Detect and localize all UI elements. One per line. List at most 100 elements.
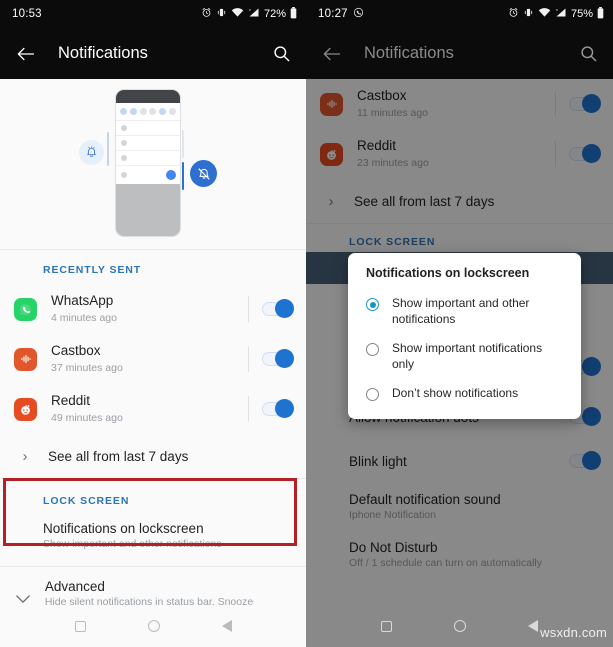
lockscreen-pref-row[interactable]: Notifications on lockscreen Show importa… bbox=[0, 512, 306, 560]
signal-icon: x bbox=[555, 7, 567, 21]
row-divider bbox=[555, 141, 556, 167]
dialog-option-show-important-and-other[interactable]: Show important and other notifications bbox=[348, 289, 581, 334]
left-status-right: x 72% bbox=[201, 6, 297, 22]
left-status-bar: 10:53 x 72% bbox=[0, 0, 306, 28]
signal-icon: x bbox=[248, 7, 260, 21]
app-row-castbox[interactable]: Castbox 11 minutes ago bbox=[306, 79, 613, 129]
pref-subtitle: Off / 1 schedule can turn on automatical… bbox=[349, 557, 542, 569]
phone-notification-row bbox=[116, 120, 180, 135]
pref-title: Default notification sound bbox=[349, 492, 501, 507]
illustration-tick-right-bottom bbox=[182, 162, 185, 190]
alarm-icon bbox=[508, 7, 519, 21]
recents-button[interactable] bbox=[74, 620, 86, 632]
right-status-bar: 10:27 x 75% bbox=[306, 0, 613, 28]
castbox-icon bbox=[14, 347, 37, 371]
app-name: Reddit bbox=[51, 393, 91, 409]
pref-text: Blink light bbox=[349, 454, 569, 469]
pref-title: Blink light bbox=[349, 453, 407, 469]
dialog-option-label: Don’t show notifications bbox=[392, 386, 519, 401]
pref-row-do-not-disturb[interactable]: Do Not Disturb Off / 1 schedule can turn… bbox=[306, 531, 613, 579]
left-navigation-bar bbox=[0, 605, 306, 647]
phone-quick-toggles bbox=[116, 103, 180, 120]
svg-text:x: x bbox=[249, 8, 251, 12]
castbox-icon bbox=[320, 92, 343, 116]
see-all-row[interactable]: › See all from last 7 days bbox=[0, 434, 306, 478]
app-toggle-castbox[interactable] bbox=[569, 94, 601, 113]
search-icon[interactable] bbox=[270, 43, 292, 65]
illustration-tick-right-top bbox=[182, 130, 185, 158]
app-time: 23 minutes ago bbox=[357, 157, 429, 170]
right-phone-screen: 10:27 x 75% Notifications Castbox 11 min… bbox=[306, 0, 613, 647]
back-button[interactable] bbox=[528, 620, 538, 632]
app-time: 49 minutes ago bbox=[51, 412, 123, 425]
app-row-text: Castbox 37 minutes ago bbox=[51, 342, 248, 376]
pref-row-blink-light[interactable]: Blink light bbox=[306, 439, 613, 483]
dialog-option-dont-show[interactable]: Don’t show notifications bbox=[348, 379, 581, 409]
see-all-row[interactable]: › See all from last 7 days bbox=[306, 179, 613, 223]
lock-screen-header: LOCK SCREEN bbox=[349, 236, 436, 248]
wifi-icon bbox=[538, 7, 551, 21]
reddit-icon bbox=[14, 397, 37, 421]
row-divider bbox=[555, 91, 556, 117]
dialog-option-show-important-only[interactable]: Show important notifications only bbox=[348, 334, 581, 379]
home-button[interactable] bbox=[454, 620, 466, 632]
advanced-title: Advanced bbox=[44, 579, 105, 594]
app-toggle-reddit[interactable] bbox=[262, 399, 294, 418]
bell-icon bbox=[79, 140, 104, 165]
back-arrow-icon[interactable] bbox=[320, 43, 342, 65]
pref-subtitle: Iphone Notification bbox=[349, 509, 436, 521]
vibrate-icon bbox=[523, 7, 534, 21]
phone-notification-row bbox=[116, 150, 180, 165]
dialog-option-label: Show important and other notifications bbox=[392, 296, 530, 326]
app-row-text: WhatsApp 4 minutes ago bbox=[51, 292, 248, 326]
app-toggle-reddit[interactable] bbox=[569, 144, 601, 163]
right-status-left: 10:27 bbox=[318, 7, 364, 21]
back-arrow-icon[interactable] bbox=[14, 43, 36, 65]
dialog-title: Notifications on lockscreen bbox=[366, 266, 530, 280]
pref-row-default-sound[interactable]: Default notification sound Iphone Notifi… bbox=[306, 483, 613, 531]
whatsapp-icon bbox=[14, 297, 37, 321]
watermark: wsxdn.com bbox=[540, 625, 607, 640]
app-row-text: Castbox 11 minutes ago bbox=[357, 87, 555, 121]
app-toggle-castbox[interactable] bbox=[262, 349, 294, 368]
recents-button[interactable] bbox=[381, 620, 392, 632]
left-app-bar: Notifications bbox=[0, 28, 306, 79]
status-time: 10:53 bbox=[12, 8, 42, 20]
app-time: 37 minutes ago bbox=[51, 362, 123, 375]
screenshot-root: 10:53 x 72% Notifications RECENTLY SENT … bbox=[0, 0, 613, 647]
status-time: 10:27 bbox=[318, 8, 348, 20]
radio-button[interactable] bbox=[366, 388, 379, 402]
right-status-right: x 75% bbox=[508, 6, 604, 22]
phone-artwork bbox=[58, 84, 248, 244]
app-name: Castbox bbox=[357, 88, 407, 104]
phone-lower-area bbox=[116, 184, 180, 236]
page-title: Notifications bbox=[58, 44, 148, 62]
lock-screen-header: LOCK SCREEN bbox=[43, 495, 130, 507]
radio-button-selected[interactable] bbox=[366, 298, 379, 311]
app-row-reddit[interactable]: Reddit 23 minutes ago bbox=[306, 129, 613, 179]
app-row-castbox[interactable]: Castbox 37 minutes ago bbox=[0, 334, 306, 384]
app-row-text: Reddit 23 minutes ago bbox=[357, 137, 555, 171]
lockscreen-pref-subtitle: Show important and other notifications bbox=[43, 538, 222, 550]
page-title: Notifications bbox=[364, 44, 454, 62]
phone-notification-row bbox=[116, 135, 180, 150]
pref-toggle-blink-light[interactable] bbox=[569, 451, 601, 470]
app-row-reddit[interactable]: Reddit 49 minutes ago bbox=[0, 384, 306, 434]
app-name: Castbox bbox=[51, 343, 101, 359]
svg-text:x: x bbox=[556, 8, 558, 12]
phone-body bbox=[115, 89, 181, 237]
radio-button[interactable] bbox=[366, 343, 379, 357]
alarm-icon bbox=[201, 7, 212, 21]
dialog-option-label: Show important notifications only bbox=[392, 341, 543, 371]
home-button[interactable] bbox=[147, 620, 160, 632]
app-name: Reddit bbox=[357, 138, 397, 154]
recently-sent-header: RECENTLY SENT bbox=[43, 264, 142, 276]
battery-icon bbox=[597, 6, 604, 22]
whatsapp-status-icon bbox=[353, 7, 364, 21]
back-button[interactable] bbox=[221, 620, 232, 632]
vibrate-icon bbox=[216, 7, 227, 21]
search-icon[interactable] bbox=[577, 43, 599, 65]
app-toggle-whatsapp[interactable] bbox=[262, 299, 294, 318]
app-row-whatsapp[interactable]: WhatsApp 4 minutes ago bbox=[0, 284, 306, 334]
phone-notification-row-active bbox=[116, 165, 180, 184]
